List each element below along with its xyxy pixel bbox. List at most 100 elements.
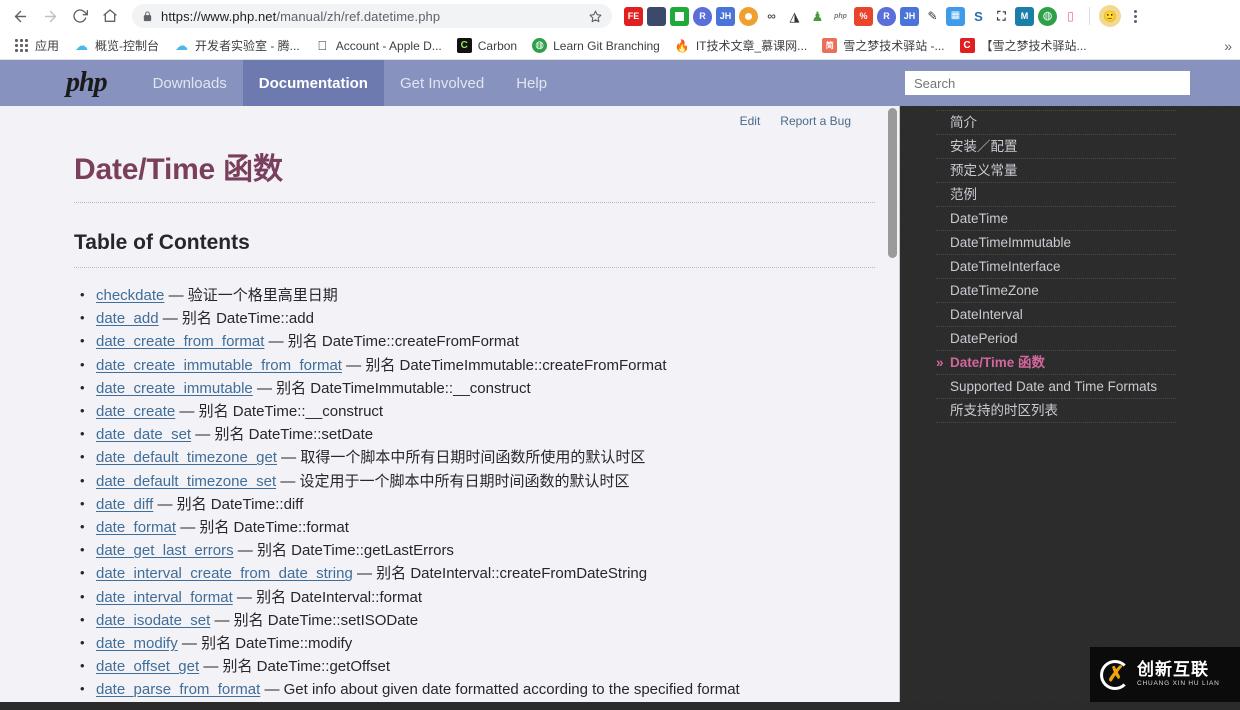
extension-icon-m[interactable]: M (1015, 7, 1034, 26)
content-scrollbar[interactable] (886, 106, 899, 702)
toc-link[interactable]: date_default_timezone_get (96, 449, 277, 466)
toc-link[interactable]: date_format (96, 519, 176, 536)
nav-item-help[interactable]: Help (500, 60, 563, 106)
extension-icon-percent[interactable]: % (854, 7, 873, 26)
extension-icon-r-blue[interactable]: R (693, 7, 712, 26)
toc-desc: 别名 DateTime::format (199, 519, 348, 536)
bookmark-learn-git-branching[interactable]: ◍ Learn Git Branching (526, 35, 666, 56)
bookmark-developer-lab-tencent[interactable]: ☁ 开发者实验室 - 腾... (168, 34, 306, 57)
toc-link[interactable]: date_interval_format (96, 589, 233, 606)
search-input[interactable] (905, 71, 1190, 95)
sidebar-item-datetimeimmutable[interactable]: DateTimeImmutable (936, 231, 1176, 255)
sidebar-item-timezone-list[interactable]: 所支持的时区列表 (936, 399, 1176, 423)
sidebar-item-label[interactable]: 安装／配置 (950, 139, 1018, 154)
chrome-menu-icon[interactable] (1125, 10, 1145, 23)
extension-icon-s[interactable]: S (969, 7, 988, 26)
sidebar-item-predefined-constants[interactable]: 预定义常量 (936, 159, 1176, 183)
toc-link[interactable]: date_default_timezone_set (96, 473, 276, 490)
bookmark-label: Learn Git Branching (553, 39, 660, 53)
toc-link[interactable]: date_date_set (96, 426, 191, 443)
toc-desc: 别名 DateInterval::createFromDateString (376, 565, 647, 582)
extension-icon-jh[interactable]: JH (716, 7, 735, 26)
sidebar-item-label[interactable]: DateTimeZone (950, 283, 1039, 298)
toc-desc: 别名 DateTime::createFromFormat (288, 333, 519, 350)
toc-link[interactable]: date_modify (96, 635, 178, 652)
extension-icon-fox[interactable]: ◮ (785, 7, 804, 26)
sidebar-item-label[interactable]: 简介 (950, 115, 977, 130)
sidebar-item-supported-formats[interactable]: Supported Date and Time Formats (936, 375, 1176, 399)
sidebar-item-label[interactable]: 所支持的时区列表 (950, 403, 1058, 418)
sidebar-item-datetime-functions[interactable]: »Date/Time 函数 (936, 351, 1176, 375)
extension-icon-color-ring[interactable] (739, 7, 758, 26)
bookmark-account-apple-developer[interactable]:  Account - Apple D... (309, 35, 448, 56)
bookmark-star-icon[interactable] (589, 10, 602, 23)
extension-icon-infinity[interactable]: ∞ (762, 7, 781, 26)
sidebar-item-label[interactable]: DateTimeInterface (950, 259, 1061, 274)
sidebar-item-datetime[interactable]: DateTime (936, 207, 1176, 231)
sidebar-item-label[interactable]: DateInterval (950, 307, 1023, 322)
toc-link[interactable]: date_offset_get (96, 658, 199, 675)
extension-icon-green-square[interactable] (670, 7, 689, 26)
sidebar-item-datetimeinterface[interactable]: DateTimeInterface (936, 255, 1176, 279)
toc-link[interactable]: date_create_from_format (96, 333, 264, 350)
forward-icon[interactable] (36, 2, 64, 30)
toc-link[interactable]: date_interval_create_from_date_string (96, 565, 353, 582)
report-bug-link[interactable]: Report a Bug (780, 114, 851, 128)
sidebar-item-label[interactable]: DateTime (950, 211, 1008, 226)
extension-icon-globe[interactable]: ◍ (1038, 7, 1057, 26)
extension-icon-image[interactable] (647, 7, 666, 26)
toc-link[interactable]: date_create_immutable_from_format (96, 357, 342, 374)
edit-link[interactable]: Edit (740, 114, 761, 128)
extension-icon-fe[interactable]: FE (624, 7, 643, 26)
sidebar-item-label[interactable]: 范例 (950, 187, 977, 202)
reload-icon[interactable] (66, 2, 94, 30)
nav-item-documentation[interactable]: Documentation (243, 60, 384, 106)
bookmark-carbon[interactable]: C Carbon (451, 35, 523, 56)
toc-link[interactable]: checkdate (96, 287, 164, 304)
extension-icon-pink-frame[interactable]: ▯ (1061, 7, 1080, 26)
nav-item-downloads[interactable]: Downloads (137, 60, 243, 106)
sidebar-item-dateinterval[interactable]: DateInterval (936, 303, 1176, 327)
sidebar-item-label[interactable]: 预定义常量 (950, 163, 1018, 178)
extension-icon-php[interactable]: php (831, 7, 850, 26)
extension-icon-grid[interactable]: ▦ (946, 7, 965, 26)
dash: — (257, 380, 272, 397)
toc-link[interactable]: date_create (96, 403, 175, 420)
extension-icon-crop[interactable]: ⛶ (992, 7, 1011, 26)
toc-link[interactable]: date_parse_from_format (96, 681, 260, 698)
bookmark-xuezhimeng-jian[interactable]: 简 雪之梦技术驿站 -... (816, 34, 950, 57)
nav-item-get-involved[interactable]: Get Involved (384, 60, 500, 106)
scrollbar-thumb[interactable] (888, 108, 897, 258)
sidebar-item-datetimezone[interactable]: DateTimeZone (936, 279, 1176, 303)
toc-link[interactable]: date_get_last_errors (96, 542, 234, 559)
bookmark-xuezhimeng-csdn[interactable]: C 【雪之梦技术驿站... (954, 34, 1093, 57)
php-logo[interactable]: php (60, 60, 137, 106)
extension-icon-droplet[interactable]: ♟ (808, 7, 827, 26)
extension-icon-r-blue-2[interactable]: R (877, 7, 896, 26)
sidebar-item-label[interactable]: DatePeriod (950, 331, 1018, 346)
home-icon[interactable] (96, 2, 124, 30)
toc-desc: 别名 DateTimeImmutable::__construct (276, 380, 531, 397)
bookmark-it-article-imooc[interactable]: 🔥 IT技术文章_慕课网... (669, 34, 813, 57)
bookmark-apps[interactable]: 应用 (8, 34, 65, 57)
address-bar[interactable]: https://www.php.net/manual/zh/ref.dateti… (132, 4, 612, 28)
back-icon[interactable] (6, 2, 34, 30)
bookmarks-overflow-icon[interactable]: » (1224, 38, 1232, 54)
extension-icon-scribble[interactable]: ✎ (923, 7, 942, 26)
sidebar-item-label[interactable]: Supported Date and Time Formats (950, 379, 1157, 394)
toc-link[interactable]: date_create_immutable (96, 380, 253, 397)
manual-sidebar: 简介 安装／配置 预定义常量 范例 DateTime DateTimeImmut… (900, 106, 1240, 702)
bookmark-overview-console[interactable]: ☁ 概览-控制台 (68, 34, 165, 57)
toc-link[interactable]: date_diff (96, 496, 153, 513)
toc-link[interactable]: date_isodate_set (96, 612, 210, 629)
dash: — (203, 658, 218, 675)
sidebar-item-examples[interactable]: 范例 (936, 183, 1176, 207)
sidebar-item-intro[interactable]: 简介 (936, 110, 1176, 135)
sidebar-item-install-config[interactable]: 安装／配置 (936, 135, 1176, 159)
page-title: Date/Time 函数 (74, 144, 875, 203)
profile-avatar[interactable]: 🙂 (1099, 5, 1121, 27)
sidebar-item-label[interactable]: DateTimeImmutable (950, 235, 1071, 250)
extension-icon-jh-2[interactable]: JH (900, 7, 919, 26)
toc-link[interactable]: date_add (96, 310, 159, 327)
sidebar-item-dateperiod[interactable]: DatePeriod (936, 327, 1176, 351)
